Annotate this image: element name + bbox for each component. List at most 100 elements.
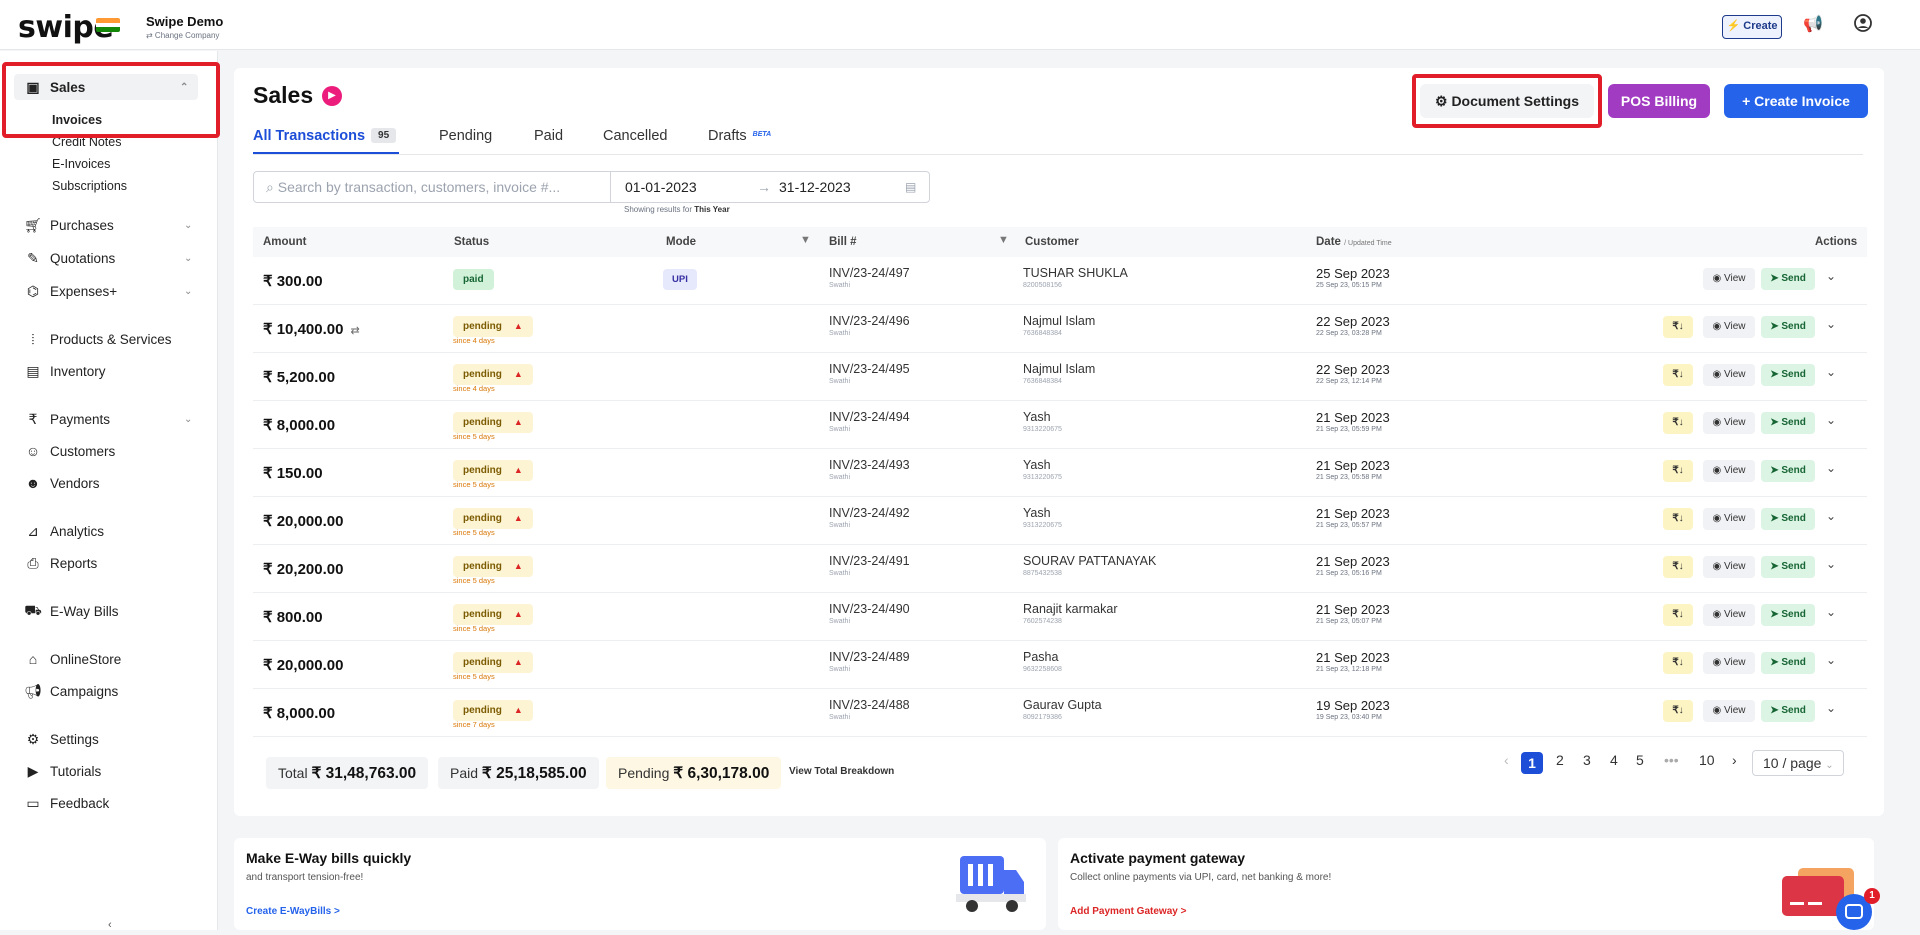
view-button[interactable]: ◉ View [1703,460,1755,482]
bill-number[interactable]: INV/23-24/488 [829,698,910,712]
view-button[interactable]: ◉ View [1703,508,1755,530]
bill-number[interactable]: INV/23-24/495 [829,362,910,376]
pos-billing-button[interactable]: POS Billing [1608,84,1710,118]
sidebar-item-purchases[interactable]: 🛒︎ Purchases ⌄ [24,214,192,236]
sidebar-sub-credit-notes[interactable]: Credit Notes [52,135,121,149]
view-button[interactable]: ◉ View [1703,268,1755,290]
page-3[interactable]: 3 [1583,752,1591,768]
start-date[interactable]: 01-01-2023 [625,172,697,202]
filter-icon[interactable]: ▼ [800,234,811,246]
create-ewaybills-link[interactable]: Create E-WayBills > [246,906,340,917]
record-payment-button[interactable]: ₹↓ [1663,316,1693,338]
table-row[interactable]: ₹ 20,000.00 pending ▲ since 5 days INV/23-24… [253,497,1867,545]
chevron-down-icon[interactable]: ⌄ [1826,605,1836,619]
send-button[interactable]: ➤ Send [1761,604,1815,626]
bell-icon[interactable]: ▲ [514,561,523,571]
collapse-sidebar-icon[interactable]: ‹ [108,919,112,931]
customer-name[interactable]: TUSHAR SHUKLA [1023,266,1128,280]
tab-all-transactions[interactable]: All Transactions 95 [253,128,397,144]
record-payment-button[interactable]: ₹↓ [1663,604,1693,626]
chevron-down-icon[interactable]: ⌄ [1826,653,1836,667]
send-button[interactable]: ➤ Send [1761,364,1815,386]
create-invoice-button[interactable]: + Create Invoice [1724,84,1868,118]
play-video-icon[interactable]: ▶ [322,86,342,106]
customer-name[interactable]: SOURAV PATTANAYAK [1023,554,1156,568]
bell-icon[interactable]: ▲ [514,417,523,427]
customer-name[interactable]: Najmul Islam [1023,314,1095,328]
chevron-down-icon[interactable]: ⌄ [1826,461,1836,475]
page-size-select[interactable]: 10 / page ⌄ [1752,750,1844,776]
sidebar-item-inventory[interactable]: ▤ Inventory [24,360,105,382]
chevron-down-icon[interactable]: ⌄ [1826,269,1836,283]
bell-icon[interactable]: ▲ [514,369,523,379]
date-range-picker[interactable]: 01-01-2023 → 31-12-2023 ▤ [610,171,930,203]
add-payment-gateway-link[interactable]: Add Payment Gateway > [1070,906,1186,917]
page-4[interactable]: 4 [1610,752,1618,768]
table-row[interactable]: ₹ 20,000.00 pending ▲ since 5 days INV/23-24… [253,641,1867,689]
end-date[interactable]: 31-12-2023 [779,172,851,202]
record-payment-button[interactable]: ₹↓ [1663,364,1693,386]
send-button[interactable]: ➤ Send [1761,412,1815,434]
sidebar-sub-subscriptions[interactable]: Subscriptions [52,179,127,193]
bill-number[interactable]: INV/23-24/489 [829,650,910,664]
chevron-down-icon[interactable]: ⌄ [1826,413,1836,427]
record-payment-button[interactable]: ₹↓ [1663,508,1693,530]
search-input[interactable]: ⌕ Search by transaction, customers, invo… [253,171,611,203]
tab-cancelled[interactable]: Cancelled [603,128,668,144]
view-total-breakdown-link[interactable]: View Total Breakdown [789,766,894,777]
table-row[interactable]: ₹ 8,000.00 pending ▲ since 5 days INV/23-24/… [253,401,1867,449]
sidebar-item-analytics[interactable]: ⊿ Analytics [24,520,104,542]
view-button[interactable]: ◉ View [1703,700,1755,722]
send-button[interactable]: ➤ Send [1761,700,1815,722]
bill-number[interactable]: INV/23-24/494 [829,410,910,424]
table-row[interactable]: ₹ 800.00 pending ▲ since 5 days INV/23-24/49… [253,593,1867,641]
bill-number[interactable]: INV/23-24/497 [829,266,910,280]
top-create-button[interactable]: ⚡ Create [1722,15,1782,39]
chevron-down-icon[interactable]: ⌄ [1826,509,1836,523]
page-ellipsis[interactable]: ••• [1664,752,1679,768]
sidebar-item-eway-bills[interactable]: ⛟ E-Way Bills [24,600,118,622]
view-button[interactable]: ◉ View [1703,652,1755,674]
bell-icon[interactable]: ▲ [514,705,523,715]
chevron-down-icon[interactable]: ⌄ [1826,701,1836,715]
customer-name[interactable]: Yash [1023,506,1051,520]
sidebar-item-products[interactable]: ⦙ Products & Services [24,328,171,350]
sidebar-item-customers[interactable]: ☺ Customers [24,440,115,462]
tab-paid[interactable]: Paid [534,128,563,144]
bill-number[interactable]: INV/23-24/490 [829,602,910,616]
table-row[interactable]: ₹ 8,000.00 pending ▲ since 7 days INV/23-24/… [253,689,1867,737]
customer-name[interactable]: Yash [1023,410,1051,424]
tab-drafts[interactable]: Drafts BETA [708,128,771,144]
sidebar-item-feedback[interactable]: ▭ Feedback [24,792,109,814]
view-button[interactable]: ◉ View [1703,604,1755,626]
bill-number[interactable]: INV/23-24/496 [829,314,910,328]
bill-number[interactable]: INV/23-24/493 [829,458,910,472]
customer-name[interactable]: Ranajit karmakar [1023,602,1117,616]
tab-pending[interactable]: Pending [439,128,492,144]
sidebar-sub-invoices[interactable]: Invoices [52,113,102,127]
page-1[interactable]: 1 [1521,752,1543,774]
sidebar-item-vendors[interactable]: ☻ Vendors [24,472,100,494]
page-10[interactable]: 10 [1699,752,1715,768]
bell-icon[interactable]: ▲ [514,609,523,619]
sidebar-item-tutorials[interactable]: ▶ Tutorials [24,760,102,782]
send-button[interactable]: ➤ Send [1761,652,1815,674]
table-row[interactable]: ₹ 5,200.00 pending ▲ since 4 days INV/23-24/… [253,353,1867,401]
bell-icon[interactable]: ▲ [514,321,523,331]
page-2[interactable]: 2 [1556,752,1564,768]
table-row[interactable]: ₹ 10,400.00 ⇄ pending ▲ since 4 days INV/23-… [253,305,1867,353]
customer-name[interactable]: Gaurav Gupta [1023,698,1102,712]
bill-number[interactable]: INV/23-24/491 [829,554,910,568]
megaphone-icon[interactable]: 📢 [1802,14,1824,36]
sidebar-sub-e-invoices[interactable]: E-Invoices [52,157,110,171]
bell-icon[interactable]: ▲ [514,657,523,667]
customer-name[interactable]: Najmul Islam [1023,362,1095,376]
sidebar-item-online-store[interactable]: ⌂ OnlineStore [24,648,122,670]
view-button[interactable]: ◉ View [1703,316,1755,338]
customer-name[interactable]: Pasha [1023,650,1058,664]
company-switcher[interactable]: Swipe Demo ⇄ Change Company [146,14,223,40]
bell-icon[interactable]: ▲ [514,465,523,475]
table-row[interactable]: ₹ 300.00 paid UPI INV/23-24/497 Swathi TUSHAR… [253,257,1867,305]
record-payment-button[interactable]: ₹↓ [1663,652,1693,674]
sidebar-item-settings[interactable]: ⚙ Settings [24,728,99,750]
